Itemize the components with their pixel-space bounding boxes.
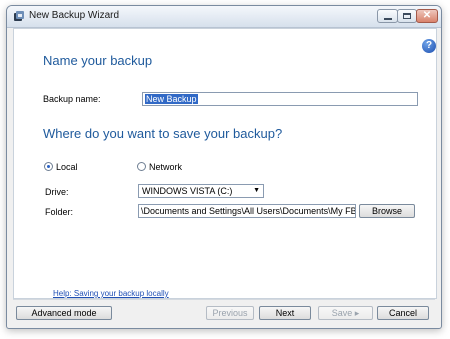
network-radio-label[interactable]: Network xyxy=(149,162,182,172)
local-radio-label[interactable]: Local xyxy=(56,162,78,172)
cancel-button[interactable]: Cancel xyxy=(377,306,429,320)
window-title: New Backup Wizard xyxy=(29,10,120,21)
drive-value: WINDOWS VISTA (C:) xyxy=(142,186,233,196)
network-radio[interactable] xyxy=(137,162,146,171)
close-icon: ✕ xyxy=(422,10,432,21)
title-bar[interactable]: New Backup Wizard ✕ xyxy=(7,6,441,28)
backup-name-input[interactable]: New Backup xyxy=(142,92,418,106)
drive-label: Drive: xyxy=(45,187,69,197)
next-button[interactable]: Next xyxy=(259,306,311,320)
advanced-mode-button[interactable]: Advanced mode xyxy=(16,306,112,320)
help-icon[interactable]: ? xyxy=(422,39,436,53)
minimize-icon xyxy=(384,18,392,20)
backup-name-label: Backup name: xyxy=(43,94,101,104)
app-icon xyxy=(14,11,24,21)
drive-select[interactable]: WINDOWS VISTA (C:) ▼ xyxy=(138,184,264,198)
backup-name-value: New Backup xyxy=(145,94,198,104)
folder-label: Folder: xyxy=(45,207,74,217)
maximize-icon xyxy=(403,13,411,19)
save-button[interactable]: Save ▸ xyxy=(318,306,373,320)
local-radio[interactable] xyxy=(44,162,53,171)
wizard-page: ? Name your backup Backup name: New Back… xyxy=(13,28,437,299)
footer-divider xyxy=(13,299,435,300)
chevron-down-icon: ▼ xyxy=(253,187,260,194)
close-button[interactable]: ✕ xyxy=(416,9,438,23)
previous-button[interactable]: Previous xyxy=(206,306,254,320)
browse-button[interactable]: Browse xyxy=(359,204,415,218)
maximize-button[interactable] xyxy=(397,9,417,23)
location-section-heading: Where do you want to save your backup? xyxy=(43,126,283,141)
folder-input[interactable]: \Documents and Settings\All Users\Docume… xyxy=(138,204,356,218)
help-link[interactable]: Help: Saving your backup locally xyxy=(53,289,169,298)
wizard-window: New Backup Wizard ✕ ? Name your backup B… xyxy=(6,5,442,329)
minimize-button[interactable] xyxy=(377,9,398,23)
name-section-heading: Name your backup xyxy=(43,53,153,68)
